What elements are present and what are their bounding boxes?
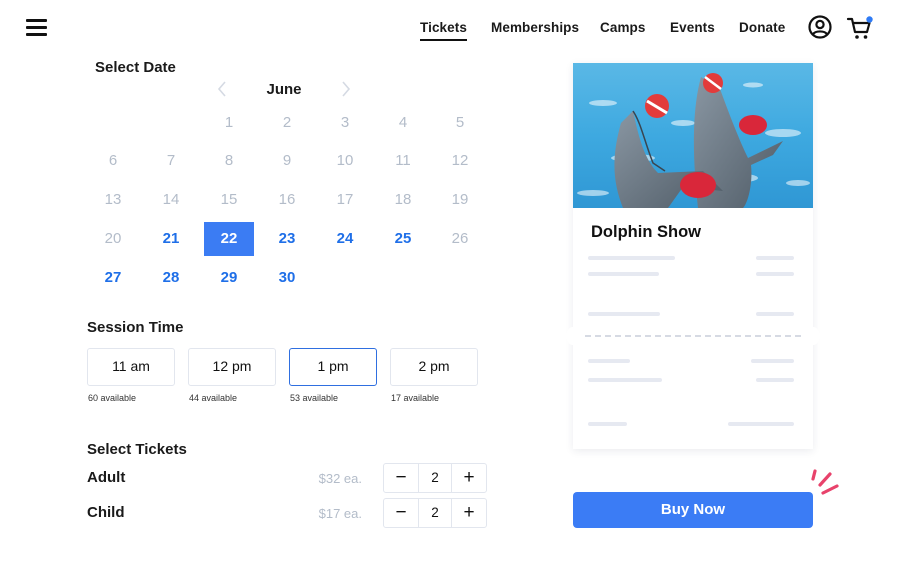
placeholder-line <box>728 422 794 426</box>
placeholder-line <box>756 378 794 382</box>
user-circle-icon[interactable] <box>808 15 832 39</box>
ticket-type-label: Adult <box>87 469 126 486</box>
ticket-notch <box>806 327 820 345</box>
calendar-day-selected[interactable]: 22 <box>204 222 254 256</box>
calendar-day[interactable]: 24 <box>320 222 370 256</box>
placeholder-line <box>588 378 662 382</box>
show-title: Dolphin Show <box>591 223 701 241</box>
nav-item-events[interactable]: Events <box>670 20 715 35</box>
ticket-price: $17 ea. <box>318 506 362 521</box>
select-date-heading: Select Date <box>95 59 176 76</box>
decrement-button[interactable]: − <box>384 464 418 492</box>
calendar-day: 10 <box>336 152 354 169</box>
session-availability: 17 available <box>391 393 440 403</box>
quantity-value[interactable]: 2 <box>418 499 452 527</box>
shopping-cart-icon[interactable] <box>846 15 874 41</box>
placeholder-line <box>588 422 627 426</box>
child-quantity-stepper: − 2 + <box>383 498 487 528</box>
session-option-12pm[interactable]: 12 pm <box>188 348 276 386</box>
calendar-day: 12 <box>451 152 469 169</box>
placeholder-line <box>751 359 794 363</box>
placeholder-line <box>756 272 794 276</box>
placeholder-line <box>756 256 794 260</box>
placeholder-line <box>588 272 659 276</box>
chevron-right-icon[interactable] <box>338 80 354 98</box>
calendar-day[interactable]: 25 <box>378 222 428 256</box>
cart-badge <box>866 16 873 23</box>
calendar-day: 6 <box>108 152 118 169</box>
sparkle-accent-icon <box>808 466 844 498</box>
calendar-day: 11 <box>395 152 411 169</box>
placeholder-line <box>588 312 660 316</box>
calendar-day: 13 <box>104 191 122 208</box>
session-availability: 44 available <box>189 393 238 403</box>
calendar-day: 4 <box>398 114 408 131</box>
session-time-heading: Session Time <box>87 319 184 336</box>
calendar-day: 2 <box>282 114 292 131</box>
menu-line <box>26 19 47 22</box>
calendar-day[interactable]: 23 <box>262 222 312 256</box>
calendar-day: 7 <box>166 152 176 169</box>
session-option-1pm[interactable]: 1 pm <box>289 348 377 386</box>
menu-line <box>26 33 47 36</box>
calendar-day: 19 <box>451 191 469 208</box>
calendar-day: 18 <box>394 191 412 208</box>
increment-button[interactable]: + <box>452 464 486 492</box>
nav-item-donate[interactable]: Donate <box>739 20 785 35</box>
menu-line <box>26 26 47 29</box>
session-availability: 53 available <box>290 393 339 403</box>
calendar-day[interactable]: 27 <box>88 261 138 295</box>
nav-item-camps[interactable]: Camps <box>600 20 646 35</box>
ticket-notch <box>566 327 580 345</box>
session-availability: 60 available <box>88 393 137 403</box>
calendar-day: 15 <box>220 191 238 208</box>
calendar-day: 8 <box>224 152 234 169</box>
nav-item-memberships[interactable]: Memberships <box>491 20 579 35</box>
calendar-day: 26 <box>451 230 469 247</box>
ticket-summary-card: Dolphin Show <box>566 63 820 449</box>
calendar-day: 20 <box>104 230 122 247</box>
calendar-day: 9 <box>282 152 292 169</box>
dolphin-show-image <box>573 63 813 208</box>
calendar-day[interactable]: 21 <box>146 222 196 256</box>
ticket-price: $32 ea. <box>318 471 362 486</box>
hamburger-menu-icon[interactable] <box>26 19 47 36</box>
calendar-day[interactable]: 30 <box>262 261 312 295</box>
quantity-value[interactable]: 2 <box>418 464 452 492</box>
calendar-day: 16 <box>278 191 296 208</box>
buy-now-button[interactable]: Buy Now <box>573 492 813 528</box>
ticket-type-label: Child <box>87 504 125 521</box>
placeholder-line <box>756 312 794 316</box>
calendar-day: 5 <box>455 114 465 131</box>
calendar-day: 14 <box>162 191 180 208</box>
session-option-11am[interactable]: 11 am <box>87 348 175 386</box>
increment-button[interactable]: + <box>452 499 486 527</box>
session-option-2pm[interactable]: 2 pm <box>390 348 478 386</box>
decrement-button[interactable]: − <box>384 499 418 527</box>
placeholder-line <box>588 359 630 363</box>
ticket-perforation <box>585 335 801 337</box>
calendar-day[interactable]: 29 <box>204 261 254 295</box>
calendar-day: 1 <box>224 114 234 131</box>
month-label: June <box>266 81 302 98</box>
placeholder-line <box>588 256 675 260</box>
calendar-day: 17 <box>336 191 354 208</box>
adult-quantity-stepper: − 2 + <box>383 463 487 493</box>
select-tickets-heading: Select Tickets <box>87 441 187 458</box>
month-navigator: June <box>210 80 358 100</box>
calendar-day: 3 <box>340 114 350 131</box>
nav-item-tickets[interactable]: Tickets <box>420 20 467 41</box>
calendar-day[interactable]: 28 <box>146 261 196 295</box>
